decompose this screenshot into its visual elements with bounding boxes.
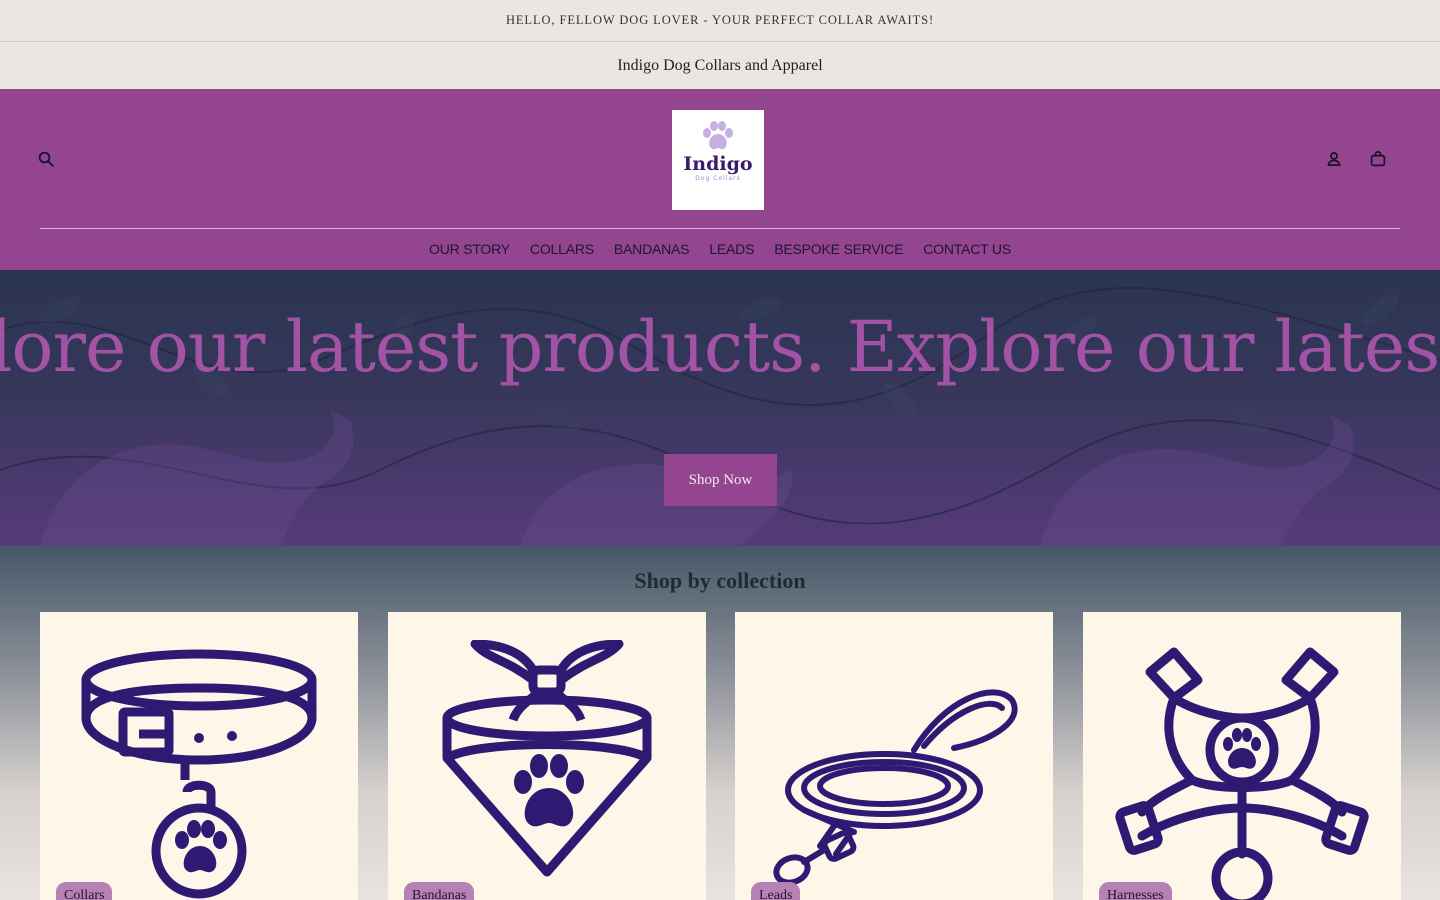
collection-label: Bandanas — [404, 882, 475, 900]
site-header: Indigo Dog Collars OUR STORY COLLARS BAN… — [0, 89, 1440, 270]
paw-logo-icon — [703, 121, 733, 150]
nav-bespoke-service[interactable]: BESPOKE SERVICE — [774, 237, 903, 261]
collection-card-harnesses[interactable]: Harnesses — [1083, 612, 1401, 900]
bag-icon[interactable] — [1364, 145, 1392, 173]
collection-card-collars[interactable]: Collars — [40, 612, 358, 900]
collection-card-bandanas[interactable]: Bandanas — [388, 612, 706, 900]
collection-label: Collars — [56, 882, 113, 900]
nav-collars[interactable]: COLLARS — [530, 237, 594, 261]
announcement-text: HELLO, FELLOW DOG LOVER - YOUR PERFECT C… — [505, 13, 935, 27]
nav-leads[interactable]: LEADS — [709, 237, 754, 261]
collection-card-leads[interactable]: Leads — [735, 612, 1053, 900]
sub-banner: Indigo Dog Collars and Apparel — [0, 42, 1440, 89]
header-divider — [40, 228, 1400, 229]
shop-by-collection: Shop by collection Collars Bandanas Lead… — [0, 546, 1440, 900]
logo-tagline: Dog Collars — [695, 175, 741, 182]
announcement-bar: HELLO, FELLOW DOG LOVER - YOUR PERFECT C… — [0, 0, 1440, 42]
harness-icon — [1115, 647, 1369, 900]
search-icon[interactable] — [32, 145, 60, 173]
nav-our-story[interactable]: OUR STORY — [429, 237, 510, 261]
hero-banner: lore our latest products. Explore our la… — [0, 270, 1440, 546]
lead-icon — [773, 689, 1018, 886]
sub-banner-text: Indigo Dog Collars and Apparel — [617, 56, 823, 74]
collection-label: Harnesses — [1099, 882, 1172, 900]
nav-contact-us[interactable]: CONTACT US — [923, 237, 1011, 261]
account-icon[interactable] — [1320, 145, 1348, 173]
nav-bandanas[interactable]: BANDANAS — [614, 237, 690, 261]
collection-label: Leads — [751, 882, 801, 900]
marquee-text: lore our latest products. Explore our la… — [0, 306, 1440, 388]
logo[interactable]: Indigo Dog Collars — [672, 110, 764, 210]
section-title: Shop by collection — [634, 568, 806, 593]
collar-icon — [81, 649, 317, 899]
shop-now-button[interactable]: Shop Now — [664, 454, 777, 506]
bandana-icon — [442, 640, 652, 877]
main-nav: OUR STORY COLLARS BANDANAS LEADS BESPOKE… — [0, 237, 1440, 261]
logo-wordmark: Indigo — [683, 153, 753, 175]
